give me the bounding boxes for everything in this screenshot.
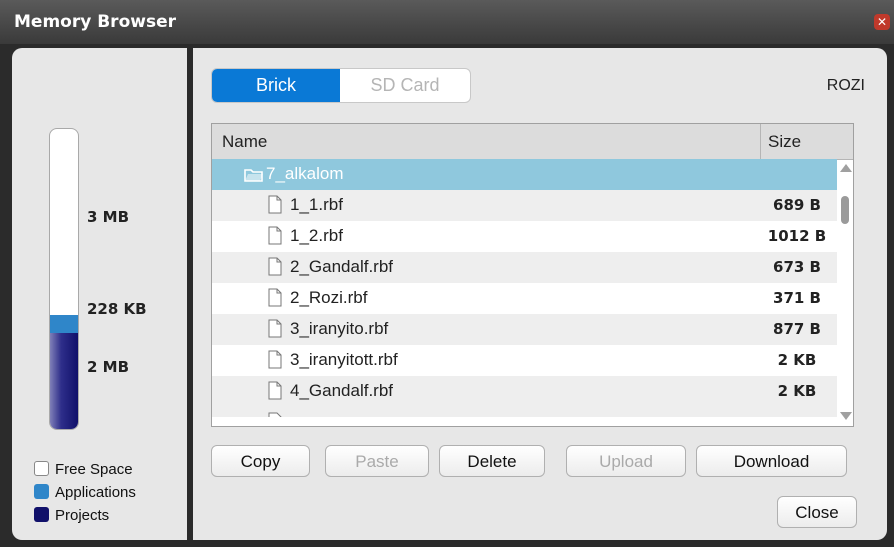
file-icon [268,195,282,214]
storage-panel: 3 MB 228 KB 2 MB Free Space Applications… [12,48,187,540]
file-icon [268,288,282,307]
file-icon [268,381,282,400]
projects-swatch [34,507,49,522]
scrollbar[interactable] [838,160,853,426]
scrollbar-thumb[interactable] [841,196,849,224]
file-row-partial[interactable] [212,407,837,417]
applications-swatch [34,484,49,499]
window-close-icon[interactable]: ✕ [874,14,890,30]
free-space-swatch [34,461,49,476]
file-row[interactable]: 3_iranyito.rbf 877 B [212,314,837,345]
file-name: 3_iranyito.rbf [290,319,389,338]
close-button[interactable]: Close [777,496,857,528]
paste-button[interactable]: Paste [325,445,429,477]
file-list[interactable]: Name Size 7_alkalom 1_1.rbf 689 B 1_2.rbf 1… [211,123,854,427]
file-size: 371 B [773,289,821,307]
download-button[interactable]: Download [696,445,847,477]
file-size: 1012 B [767,227,827,245]
projects-label: 2 MB [87,358,130,376]
free-space-label: 3 MB [87,208,130,226]
file-size: 877 B [773,320,821,338]
storage-tabs: Brick SD Card [211,68,471,103]
window-title: Memory Browser [14,12,176,32]
legend-applications-label: Applications [55,484,136,501]
applications-segment [50,315,78,333]
column-size-header[interactable]: Size [768,132,801,152]
folder-name: 7_alkalom [266,164,344,183]
file-icon [268,226,282,245]
file-name: 4_Gandalf.rbf [290,381,394,400]
file-name: 2_Rozi.rbf [290,288,368,307]
file-icon [268,319,282,338]
folder-row[interactable]: 7_alkalom [212,159,837,190]
memory-browser-window: Memory Browser ✕ 3 MB 228 KB 2 MB Free S… [0,0,894,547]
title-bar[interactable]: Memory Browser ✕ [0,0,894,44]
legend-projects-label: Projects [55,507,110,524]
file-name: 1_2.rbf [290,226,343,245]
file-panel: Brick SD Card ROZI Name Size 7_alkalom 1… [193,48,887,540]
projects-segment [50,333,78,429]
scroll-down-icon[interactable] [840,412,852,420]
file-size: 689 B [773,196,821,214]
column-name-header[interactable]: Name [222,132,267,152]
legend-free-space-label: Free Space [55,461,133,478]
copy-button[interactable]: Copy [211,445,310,477]
folder-icon [244,169,263,182]
legend-projects: Projects [34,507,109,524]
tab-brick[interactable]: Brick [212,69,340,102]
legend-applications: Applications [34,484,136,501]
file-icon [268,412,282,417]
file-name: 1_1.rbf [290,195,343,214]
tab-sd-card[interactable]: SD Card [340,69,470,102]
delete-button[interactable]: Delete [439,445,545,477]
file-row[interactable]: 4_Gandalf.rbf 2 KB [212,376,837,407]
scroll-up-icon[interactable] [840,164,852,172]
storage-usage-bar [49,128,79,430]
file-row[interactable]: 1_1.rbf 689 B [212,190,837,221]
brick-name: ROZI [826,77,865,94]
file-size: 2 KB [777,382,817,400]
file-size: 673 B [773,258,821,276]
file-list-header: Name Size [212,124,853,160]
file-row[interactable]: 2_Gandalf.rbf 673 B [212,252,837,283]
legend-free-space: Free Space [34,461,133,478]
file-row[interactable]: 2_Rozi.rbf 371 B [212,283,837,314]
column-divider[interactable] [760,124,761,159]
file-icon [268,257,282,276]
file-row[interactable]: 3_iranyitott.rbf 2 KB [212,345,837,376]
file-name: 3_iranyitott.rbf [290,350,398,369]
file-size: 2 KB [777,351,817,369]
file-icon [268,350,282,369]
file-name: 2_Gandalf.rbf [290,257,394,276]
upload-button[interactable]: Upload [566,445,686,477]
file-row[interactable]: 1_2.rbf 1012 B [212,221,837,252]
applications-label: 228 KB [87,300,147,318]
